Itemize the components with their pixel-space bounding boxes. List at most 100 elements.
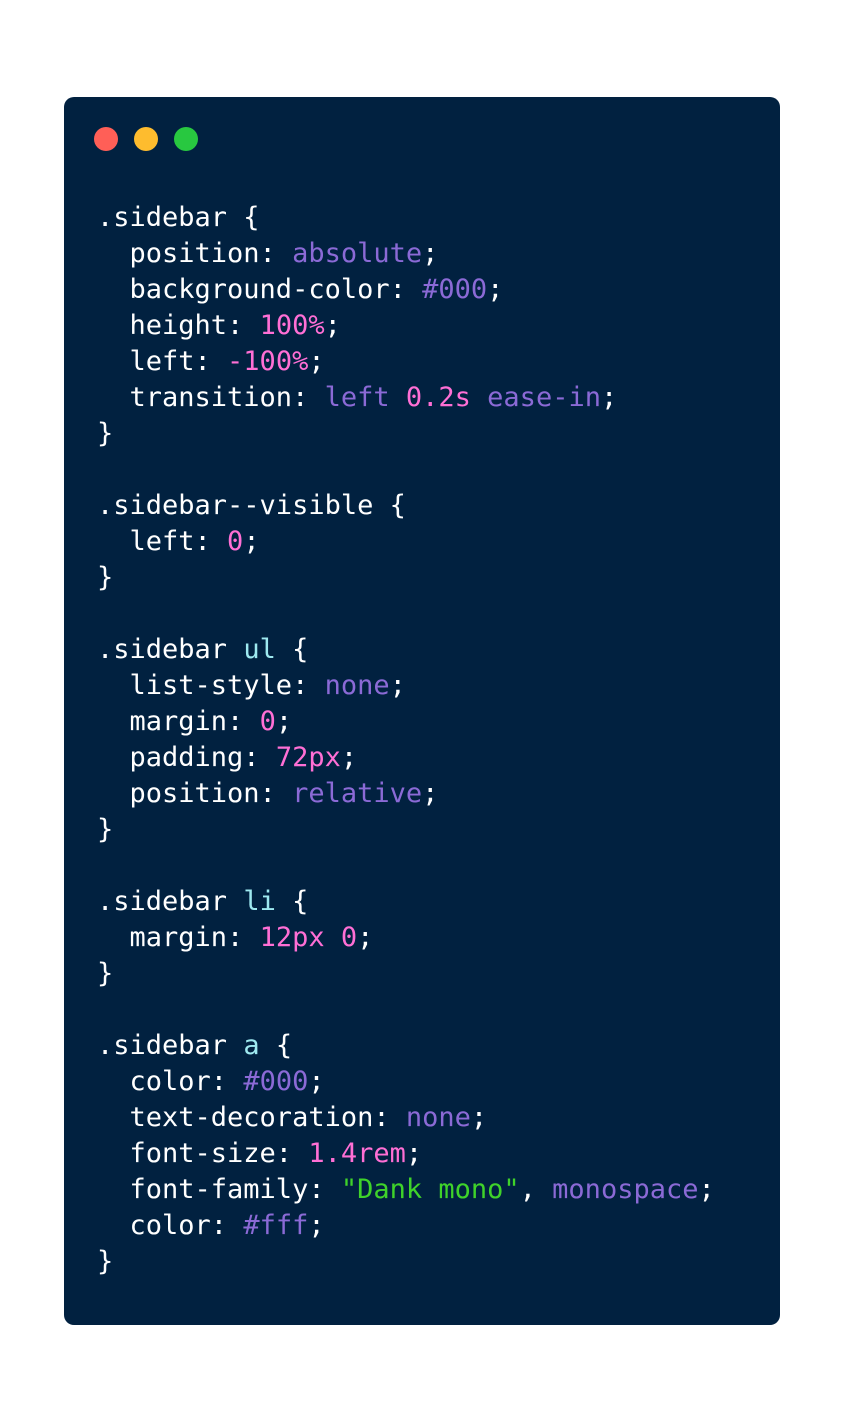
code-token-plain: .sidebar xyxy=(97,634,244,665)
code-token-plain: ; xyxy=(389,670,406,701)
code-token-keyword: #fff xyxy=(243,1210,309,1241)
code-token-plain: left: xyxy=(97,526,228,557)
code-line: left: 0; xyxy=(97,524,715,560)
code-token-number: 1.4rem xyxy=(308,1138,406,1169)
code-token-plain: margin: xyxy=(97,922,260,953)
code-token-plain: ; xyxy=(340,742,358,773)
code-token-plain: padding: xyxy=(97,742,276,773)
code-line: .sidebar--visible { xyxy=(97,488,715,524)
code-token-plain: color: xyxy=(97,1210,244,1241)
code-token-number: 0 xyxy=(259,706,276,737)
code-line: } xyxy=(97,956,715,992)
code-token-plain: } xyxy=(97,418,114,449)
code-token-plain: background-color: xyxy=(97,274,423,305)
code-token-plain: , xyxy=(519,1174,553,1205)
code-token-plain: { xyxy=(275,634,309,665)
code-token-plain: ; xyxy=(275,706,293,737)
code-token-number: 0.2s xyxy=(405,382,471,413)
code-line: background-color: #000; xyxy=(97,272,715,308)
code-token-tag: a xyxy=(243,1030,260,1061)
code-token-plain: ; xyxy=(243,526,260,557)
code-token-plain: ; xyxy=(422,238,439,269)
code-line: } xyxy=(97,1244,715,1280)
code-token-keyword: #000 xyxy=(243,1066,309,1097)
code-line: color: #fff; xyxy=(97,1208,715,1244)
code-token-plain: margin: xyxy=(97,706,260,737)
code-token-number: 100% xyxy=(259,310,325,341)
code-line: font-family: "Dank mono", monospace; xyxy=(97,1172,715,1208)
code-token-plain: { xyxy=(259,1030,293,1061)
code-token-plain: font-family: xyxy=(97,1174,341,1205)
code-line: .sidebar { xyxy=(97,200,715,236)
code-line: .sidebar li { xyxy=(97,884,715,920)
code-line: } xyxy=(97,812,715,848)
code-line: height: 100%; xyxy=(97,308,715,344)
code-token-keyword: absolute xyxy=(292,238,423,269)
code-token-plain: ; xyxy=(470,1102,488,1133)
code-line: .sidebar ul { xyxy=(97,632,715,668)
code-token-plain: list-style: xyxy=(97,670,325,701)
code-line: } xyxy=(97,416,715,452)
code-token-plain: height: xyxy=(97,310,260,341)
code-token-keyword: monospace xyxy=(552,1174,699,1205)
code-token-number: 72px xyxy=(275,742,341,773)
code-token-keyword: ease-in xyxy=(487,382,601,413)
code-token-plain: .sidebar--visible { xyxy=(97,490,406,521)
code-token-number: 0 xyxy=(340,922,358,953)
code-line: margin: 12px 0; xyxy=(97,920,715,956)
code-token-plain: ; xyxy=(324,310,341,341)
code-token-plain: ; xyxy=(698,1174,715,1205)
code-token-plain: ; xyxy=(405,1138,423,1169)
code-token-plain: transition: xyxy=(97,382,325,413)
code-token-plain: .sidebar { xyxy=(97,202,260,233)
minimize-dot-icon[interactable] xyxy=(134,127,158,151)
code-token-plain: ; xyxy=(308,1210,325,1241)
code-line: position: absolute; xyxy=(97,236,715,272)
code-token-plain: } xyxy=(97,814,114,845)
close-dot-icon[interactable] xyxy=(94,127,118,151)
code-token-plain: color: xyxy=(97,1066,244,1097)
code-token-tag: li xyxy=(243,886,276,917)
code-line: position: relative; xyxy=(97,776,715,812)
code-line: left: -100%; xyxy=(97,344,715,380)
code-window: .sidebar { position: absolute; backgroun… xyxy=(64,97,780,1325)
code-token-plain: left: xyxy=(97,346,228,377)
window-controls xyxy=(94,127,198,151)
code-token-plain: ; xyxy=(357,922,374,953)
code-token-string: "Dank mono" xyxy=(340,1174,520,1205)
code-token-number: 0 xyxy=(227,526,244,557)
code-block: .sidebar { position: absolute; backgroun… xyxy=(97,200,715,1280)
code-token-tag: ul xyxy=(243,634,276,665)
code-token-plain: .sidebar xyxy=(97,1030,244,1061)
code-token-plain: ; xyxy=(487,274,504,305)
code-line: list-style: none; xyxy=(97,668,715,704)
code-token-plain: } xyxy=(97,958,114,989)
code-token-plain: text-decoration: xyxy=(97,1102,406,1133)
code-line: padding: 72px; xyxy=(97,740,715,776)
code-token-plain: } xyxy=(97,562,114,593)
code-line: font-size: 1.4rem; xyxy=(97,1136,715,1172)
zoom-dot-icon[interactable] xyxy=(174,127,198,151)
code-token-plain: } xyxy=(97,1246,114,1277)
code-token-plain: ; xyxy=(308,1066,325,1097)
code-token-plain: { xyxy=(275,886,309,917)
code-token-plain: font-size: xyxy=(97,1138,309,1169)
code-token-number: 12px xyxy=(259,922,325,953)
code-line: transition: left 0.2s ease-in; xyxy=(97,380,715,416)
code-token-plain: ; xyxy=(308,346,325,377)
code-token-plain: ; xyxy=(600,382,618,413)
code-token-plain: position: xyxy=(97,238,293,269)
code-token-number: -100% xyxy=(227,346,309,377)
code-line: text-decoration: none; xyxy=(97,1100,715,1136)
code-line: .sidebar a { xyxy=(97,1028,715,1064)
code-token-keyword: relative xyxy=(292,778,423,809)
code-line: } xyxy=(97,560,715,596)
code-line: margin: 0; xyxy=(97,704,715,740)
